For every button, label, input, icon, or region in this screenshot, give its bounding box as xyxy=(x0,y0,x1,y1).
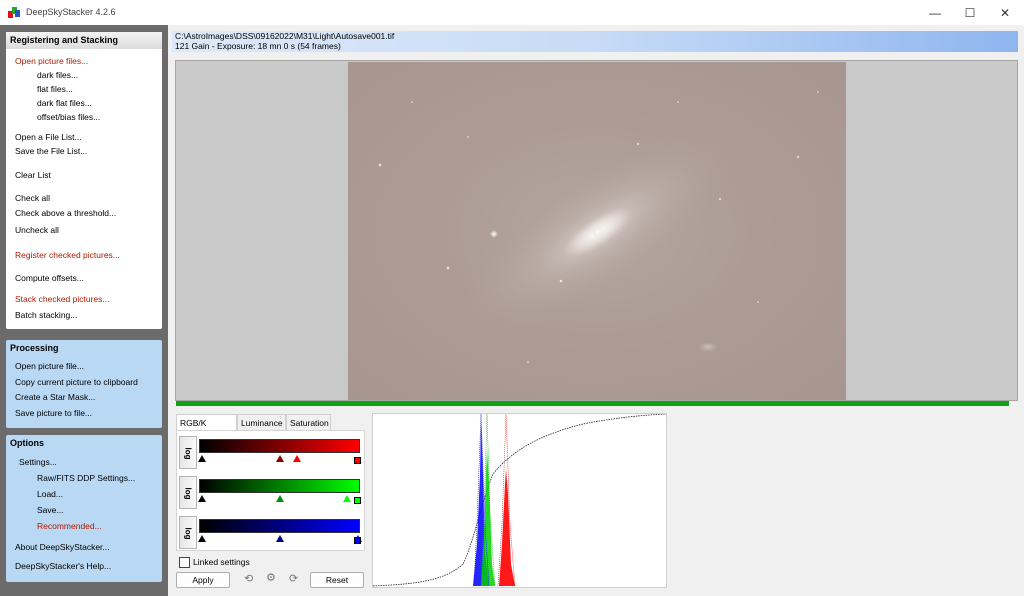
maximize-button[interactable]: ☐ xyxy=(953,0,987,25)
menu-item-save-picture-to-file[interactable]: Save picture to file... xyxy=(15,408,92,418)
options-panel: Options Settings... Raw/FITS DDP Settings… xyxy=(6,435,162,582)
menu-item-create-a-star-mask[interactable]: Create a Star Mask... xyxy=(15,392,95,402)
red-level-marker[interactable] xyxy=(198,455,207,462)
title-bar: DeepSkyStacker 4.2.6 — ☐ ✕ xyxy=(0,0,1024,25)
menu-item-stack-checked-pictures[interactable]: Stack checked pictures... xyxy=(15,294,110,304)
log-label: log xyxy=(183,447,193,460)
progress-bar xyxy=(176,401,1009,406)
linked-settings-checkbox[interactable] xyxy=(179,557,190,568)
processing-panel: Processing Open picture file... Copy curr… xyxy=(6,340,162,428)
menu-item-save[interactable]: Save... xyxy=(37,505,63,515)
file-info-bar: C:\AstroImages\DSS\09162022\M31\Light\Au… xyxy=(172,31,1018,52)
menu-item-dark-flat-files[interactable]: dark flat files... xyxy=(37,98,92,108)
redo-icon[interactable]: ⟳ xyxy=(289,572,298,585)
menu-item-open-a-file-list[interactable]: Open a File List... xyxy=(15,132,82,142)
file-exposure-info: 121 Gain - Exposure: 18 mn 0 s (54 frame… xyxy=(175,40,341,51)
menu-item-deepskystacker-s-help[interactable]: DeepSkyStacker's Help... xyxy=(15,561,111,571)
menu-item-check-all[interactable]: Check all xyxy=(15,193,50,203)
menu-item-register-checked-pictures[interactable]: Register checked pictures... xyxy=(15,250,120,260)
image-viewer[interactable] xyxy=(175,60,1018,401)
menu-item-clear-list[interactable]: Clear List xyxy=(15,170,51,180)
minimize-button[interactable]: — xyxy=(918,0,952,25)
green-level-marker[interactable] xyxy=(198,495,207,502)
menu-item-compute-offsets[interactable]: Compute offsets... xyxy=(15,273,84,283)
menu-item-save-the-file-list[interactable]: Save the File List... xyxy=(15,146,87,156)
menu-item-settings[interactable]: Settings... xyxy=(19,457,57,467)
histogram-plot xyxy=(372,413,667,587)
menu-item-batch-stacking[interactable]: Batch stacking... xyxy=(15,310,77,320)
green-level-marker[interactable] xyxy=(343,495,352,502)
galaxy-image xyxy=(378,91,819,364)
green-level-row: log xyxy=(177,471,366,511)
options-header: Options xyxy=(10,438,44,448)
registering-header: Registering and Stacking xyxy=(6,32,162,49)
green-level-marker[interactable] xyxy=(275,495,284,502)
menu-item-offset-bias-files[interactable]: offset/bias files... xyxy=(37,112,100,122)
menu-item-dark-files[interactable]: dark files... xyxy=(37,70,78,80)
reset-button[interactable]: Reset xyxy=(310,572,364,588)
menu-item-flat-files[interactable]: flat files... xyxy=(37,84,73,94)
menu-item-open-picture-file[interactable]: Open picture file... xyxy=(15,361,84,371)
processing-header: Processing xyxy=(10,343,59,353)
stacked-image[interactable] xyxy=(348,62,846,400)
levels-panel: log log log xyxy=(176,430,365,551)
log-label: log xyxy=(183,527,193,540)
undo-icon[interactable]: ⟲ xyxy=(244,572,253,585)
green-gradient-bar xyxy=(199,479,360,493)
histogram xyxy=(372,413,667,588)
red-level-row: log xyxy=(177,431,366,471)
menu-item-recommended[interactable]: Recommended... xyxy=(37,521,102,531)
window-title: DeepSkyStacker 4.2.6 xyxy=(26,7,116,17)
tab-rgbk-levels[interactable]: RGB/K Levels xyxy=(176,414,237,444)
blue-end-marker[interactable] xyxy=(353,537,361,544)
apply-button[interactable]: Apply xyxy=(176,572,230,588)
blue-log-button[interactable]: log xyxy=(179,516,197,549)
menu-item-about-deepskystacker[interactable]: About DeepSkyStacker... xyxy=(15,542,110,552)
red-level-marker[interactable] xyxy=(275,455,284,462)
red-log-button[interactable]: log xyxy=(179,436,197,469)
registering-panel: Registering and Stacking Open picture fi… xyxy=(6,32,162,329)
log-label: log xyxy=(183,487,193,500)
menu-item-raw-fits-ddp-settings[interactable]: Raw/FITS DDP Settings... xyxy=(37,473,135,483)
green-log-button[interactable]: log xyxy=(179,476,197,509)
settings-icon[interactable]: ⚙ xyxy=(266,571,276,584)
menu-item-uncheck-all[interactable]: Uncheck all xyxy=(15,225,59,235)
tab-saturation[interactable]: Saturation xyxy=(286,414,331,430)
red-level-marker[interactable] xyxy=(293,455,302,462)
linked-settings-label: Linked settings xyxy=(193,557,250,567)
tab-luminance[interactable]: Luminance xyxy=(237,414,286,430)
menu-item-load[interactable]: Load... xyxy=(37,489,63,499)
menu-item-open-picture-files[interactable]: Open picture files... xyxy=(15,56,88,66)
close-button[interactable]: ✕ xyxy=(988,0,1022,25)
blue-level-marker[interactable] xyxy=(198,535,207,542)
blue-level-marker[interactable] xyxy=(275,535,284,542)
app-icon xyxy=(8,7,20,18)
red-end-marker[interactable] xyxy=(353,457,361,464)
red-gradient-bar xyxy=(199,439,360,453)
menu-item-copy-current-picture-to-clipboard[interactable]: Copy current picture to clipboard xyxy=(15,377,138,387)
menu-item-check-above-a-threshold[interactable]: Check above a threshold... xyxy=(15,208,116,218)
green-end-marker[interactable] xyxy=(353,497,361,504)
blue-level-row: log xyxy=(177,511,366,551)
blue-gradient-bar xyxy=(199,519,360,533)
